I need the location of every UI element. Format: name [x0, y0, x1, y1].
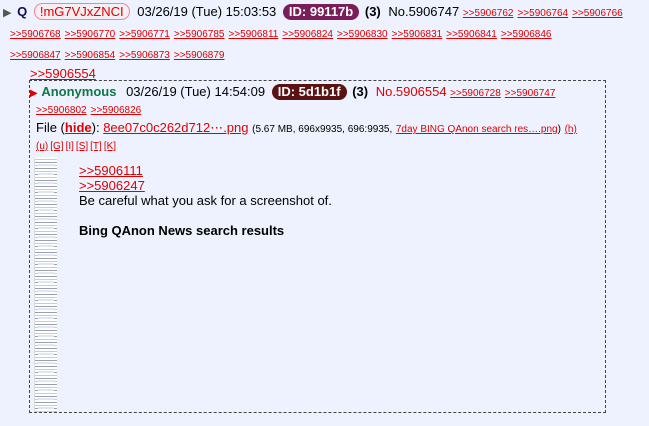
poster-post-count: (3) — [364, 4, 381, 19]
backlink[interactable]: >>5906826 — [91, 105, 142, 116]
backlink[interactable]: >>5906728 — [450, 88, 501, 99]
op-backlinks-row: >>5906768 >>5906770 >>5906771 >>5906785 >>59… — [0, 23, 645, 44]
file-h-link[interactable]: (h) — [565, 124, 577, 135]
poster-id-badge[interactable]: ID: 5d1b1f — [271, 84, 347, 100]
backlink[interactable]: >>5906830 — [337, 29, 388, 40]
post-body: >>5906111 >>5906247 Be careful what you … — [79, 163, 332, 238]
poster-post-count: (3) — [352, 84, 369, 99]
file-option-link[interactable]: (u) — [36, 141, 48, 152]
post-number-link[interactable]: No.5906747 — [388, 4, 459, 19]
backlink[interactable]: >>5906847 — [10, 50, 61, 61]
post-bold-text: Bing QAnon News search results — [79, 223, 285, 238]
quote-link[interactable]: >>5906247 — [79, 178, 145, 193]
file-option-link[interactable]: [T] — [90, 141, 102, 152]
tripcode-badge: !mG7VJxZNCI — [33, 3, 130, 20]
backlink[interactable]: >>5906771 — [119, 29, 170, 40]
op-post-header: ▶ Q !mG7VJxZNCI 03/26/19 (Tue) 15:03:53 … — [0, 2, 645, 65]
file-label-close: ): — [91, 120, 100, 135]
hide-file-link[interactable]: hide — [65, 120, 92, 135]
backlink[interactable]: >>5906762 — [463, 8, 514, 19]
file-info: File (hide): 8ee07c0c262d712⋯.png (5.67 … — [36, 119, 577, 139]
file-meta: (5.67 MB, 696x9935, 696:9935, — [252, 124, 393, 135]
op-backlinks-row: >>5906847 >>5906854 >>5906873 >>5906879 — [0, 44, 645, 65]
file-meta-close: ) — [557, 124, 561, 135]
backlink[interactable]: >>5906766 — [572, 8, 623, 19]
reply-header: ▶ Anonymous 03/26/19 (Tue) 14:54:09 ID: … — [30, 83, 559, 103]
poster-name: Anonymous — [41, 84, 117, 99]
file-name-link[interactable]: 8ee07c0c262d712⋯.png — [103, 120, 248, 135]
backlink[interactable]: >>5906770 — [65, 29, 116, 40]
post-subject: Q — [17, 4, 28, 19]
post-number-link[interactable]: No.5906554 — [376, 84, 447, 99]
backlink[interactable]: >>5906768 — [10, 29, 61, 40]
reply-backlinks-row: >>5906802 >>5906826 — [36, 101, 145, 119]
backlink[interactable]: >>5906747 — [505, 88, 556, 99]
file-options: (u) [G] [I] [S] [T] [K] — [36, 137, 118, 155]
original-filename-link[interactable]: 7day BING QAnon search res….png — [396, 124, 558, 135]
file-label: File ( — [36, 120, 65, 135]
image-thumbnail[interactable] — [34, 157, 57, 412]
backlink[interactable]: >>5906873 — [119, 50, 170, 61]
backlink[interactable]: >>5906854 — [65, 50, 116, 61]
backlink[interactable]: >>5906764 — [517, 8, 568, 19]
post-date: 03/26/19 (Tue) 14:54:09 — [126, 84, 266, 99]
op-header-row: ▶ Q !mG7VJxZNCI 03/26/19 (Tue) 15:03:53 … — [0, 2, 645, 23]
backlink[interactable]: >>5906802 — [36, 105, 87, 116]
file-option-link[interactable]: [K] — [104, 141, 116, 152]
inline-reply-post: ▶ Anonymous 03/26/19 (Tue) 14:54:09 ID: … — [29, 80, 606, 413]
backlink[interactable]: >>5906846 — [501, 29, 552, 40]
backlink[interactable]: >>5906879 — [174, 50, 225, 61]
backlink[interactable]: >>5906841 — [446, 29, 497, 40]
quote-link[interactable]: >>5906111 — [79, 163, 143, 178]
file-option-link[interactable]: [S] — [76, 141, 88, 152]
poster-id-badge[interactable]: ID: 99117b — [282, 4, 360, 20]
backlink[interactable]: >>5906785 — [174, 29, 225, 40]
file-option-link[interactable]: [G] — [50, 141, 63, 152]
backlink[interactable]: >>5906811 — [229, 29, 279, 40]
post-menu-arrow-icon[interactable]: ▶ — [30, 88, 38, 99]
post-text: Be careful what you ask for a screenshot… — [79, 193, 332, 208]
backlink[interactable]: >>5906831 — [392, 29, 443, 40]
post-date: 03/26/19 (Tue) 15:03:53 — [137, 4, 277, 19]
backlink[interactable]: >>5906824 — [282, 29, 333, 40]
quoted-post-link[interactable]: >>5906554 — [30, 66, 96, 81]
post-menu-arrow-icon[interactable]: ▶ — [3, 7, 11, 19]
file-option-link[interactable]: [I] — [66, 141, 74, 152]
